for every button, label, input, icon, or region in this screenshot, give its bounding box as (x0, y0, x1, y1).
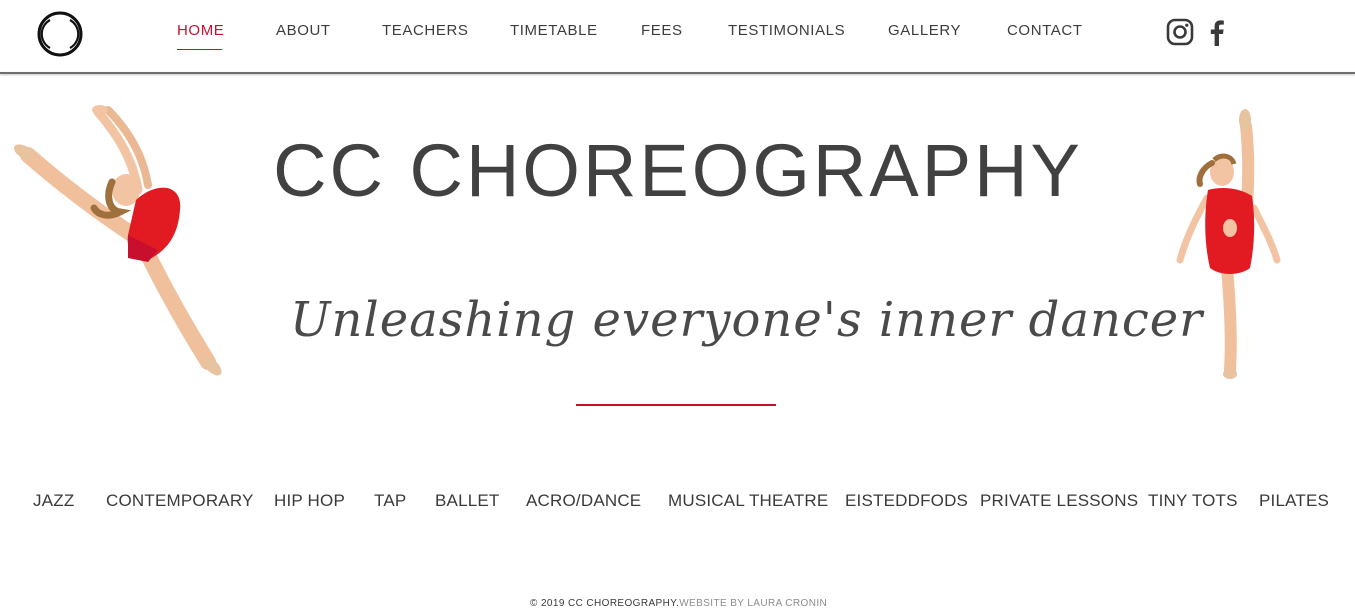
class-list: JAZZ CONTEMPORARY HIP HOP TAP BALLET ACR… (0, 491, 1355, 517)
footer-credit-link[interactable]: WEBSITE BY LAURA CRONIN (679, 598, 827, 609)
nav-testimonials[interactable]: TESTIMONIALS (728, 22, 845, 39)
nav-gallery[interactable]: GALLERY (888, 22, 961, 39)
hero-tagline: Unleashing everyone's inner dancer (290, 292, 1204, 348)
class-tiny-tots[interactable]: TINY TOTS (1148, 491, 1238, 511)
hero-title: CC CHOREOGRAPHY (273, 129, 1083, 212)
class-pilates[interactable]: PILATES (1259, 491, 1329, 511)
hero-divider (576, 404, 776, 406)
class-musical-theatre[interactable]: MUSICAL THEATRE (668, 491, 828, 511)
active-nav-underline (177, 49, 222, 50)
header-divider (0, 72, 1355, 74)
nav-timetable[interactable]: TIMETABLE (510, 22, 598, 39)
nav-about[interactable]: ABOUT (276, 22, 331, 39)
site-header: HOME ABOUT TEACHERS TIMETABLE FEES TESTI… (0, 0, 1355, 72)
class-hip-hop[interactable]: HIP HOP (274, 491, 345, 511)
class-contemporary[interactable]: CONTEMPORARY (106, 491, 254, 511)
footer-copyright: © 2019 CC CHOREOGRAPHY. (530, 598, 680, 609)
class-private-lessons[interactable]: PRIVATE LESSONS (980, 491, 1138, 511)
facebook-icon[interactable] (1202, 17, 1232, 47)
site-footer: © 2019 CC CHOREOGRAPHY.WEBSITE BY LAURA … (530, 598, 827, 609)
nav-contact[interactable]: CONTACT (1007, 22, 1083, 39)
nav-teachers[interactable]: TEACHERS (382, 22, 468, 39)
class-acro-dance[interactable]: ACRO/DANCE (526, 491, 641, 511)
circle-logo-icon[interactable] (36, 10, 84, 58)
class-eisteddfods[interactable]: EISTEDDFODS (845, 491, 968, 511)
class-tap[interactable]: TAP (374, 491, 406, 511)
nav-fees[interactable]: FEES (641, 22, 683, 39)
leaping-dancer-image (14, 105, 222, 376)
instagram-icon[interactable] (1165, 17, 1195, 47)
class-jazz[interactable]: JAZZ (33, 491, 74, 511)
class-ballet[interactable]: BALLET (435, 491, 500, 511)
nav-home[interactable]: HOME (177, 22, 224, 39)
